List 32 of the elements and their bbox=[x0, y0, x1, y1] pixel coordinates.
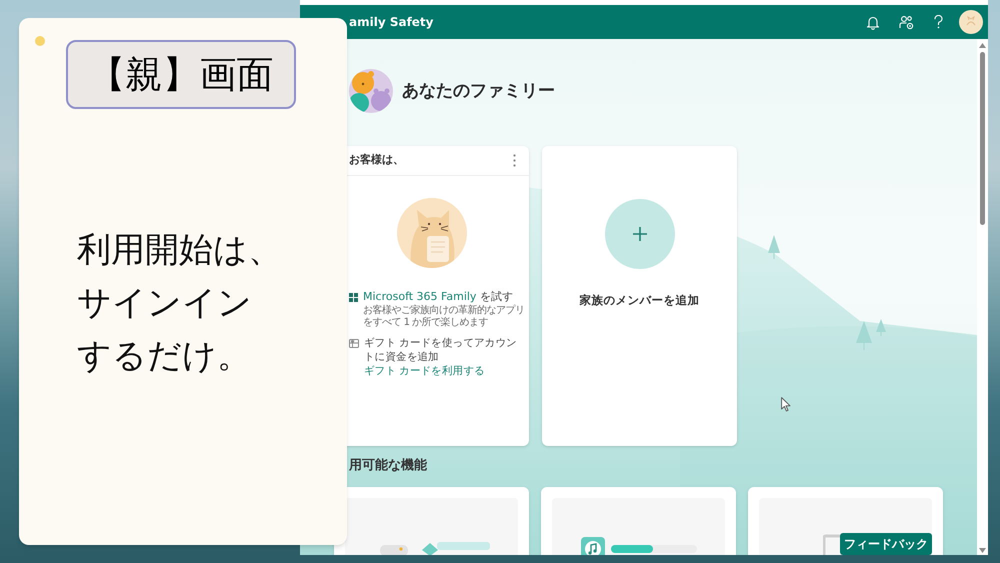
scrollbar-thumb[interactable] bbox=[980, 52, 985, 225]
cat-drawing bbox=[396, 198, 466, 268]
offer-description: お客様やご家族向けの革新的なアプリをすべて 1 か所で楽しめます bbox=[363, 305, 525, 329]
section-title: 用可能な機能 bbox=[348, 458, 427, 474]
grid-icon bbox=[349, 293, 358, 302]
note-title: 【親】画面 bbox=[66, 40, 296, 109]
dot-icon bbox=[35, 36, 45, 46]
family-title: あなたのファミリー bbox=[402, 80, 555, 102]
cursor-icon bbox=[781, 397, 791, 412]
gift-card-icon bbox=[349, 339, 359, 348]
scroll-up-icon[interactable] bbox=[979, 43, 986, 48]
help-icon[interactable] bbox=[934, 15, 943, 29]
feedback-button[interactable]: フィードバック bbox=[840, 533, 932, 555]
note-text: 利用開始は、 サインイン するだけ。 bbox=[77, 229, 282, 378]
card-title: お客様は、 bbox=[349, 152, 404, 168]
tree-icon bbox=[856, 321, 872, 350]
avatar-icon[interactable] bbox=[959, 10, 983, 34]
bell-icon[interactable] bbox=[866, 14, 880, 30]
tablet-drawing bbox=[823, 534, 840, 555]
add-member-card[interactable]: 家族のメンバーを追加 bbox=[542, 146, 737, 446]
offer-link[interactable]: Microsoft 365 Family bbox=[363, 290, 476, 303]
plus-icon bbox=[604, 199, 674, 269]
people-settings-icon[interactable] bbox=[899, 14, 914, 30]
gift-card-link[interactable]: ギフト カードを利用する bbox=[364, 364, 485, 378]
offer-description: ギフト カードを使ってアカウントに資金を追加 bbox=[364, 336, 518, 364]
family-avatar-icon bbox=[349, 69, 393, 113]
more-icon[interactable] bbox=[513, 154, 516, 167]
app-title: amily Safety bbox=[349, 14, 434, 30]
scroll-down-icon[interactable] bbox=[979, 548, 986, 553]
tree-icon bbox=[768, 235, 780, 259]
offer-title: Microsoft 365 Family を試す bbox=[363, 290, 513, 304]
tree-icon bbox=[876, 319, 886, 336]
